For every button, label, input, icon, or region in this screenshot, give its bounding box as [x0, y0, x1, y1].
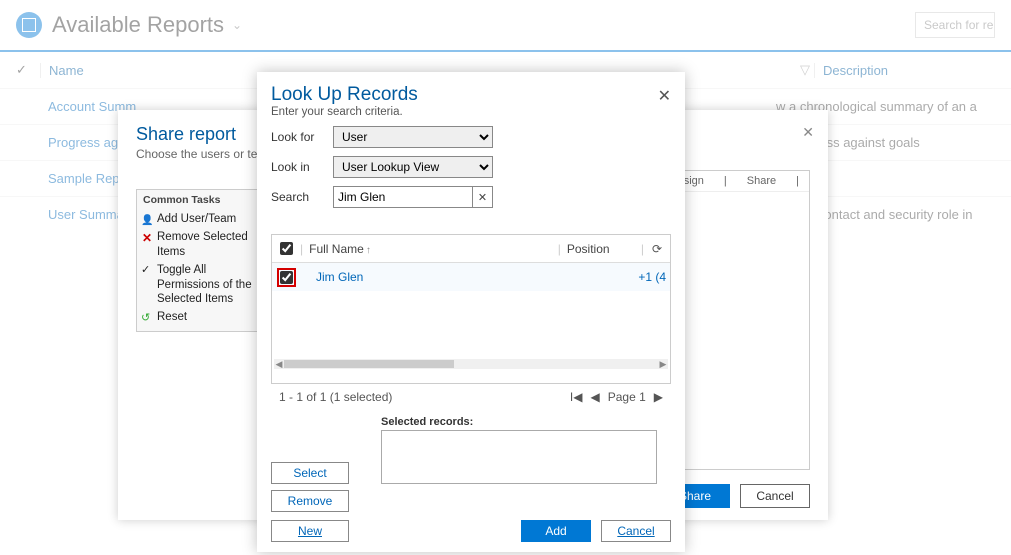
result-name[interactable]: Jim Glen: [300, 270, 638, 284]
look-in-select[interactable]: User Lookup View: [333, 156, 493, 178]
col-share: Share: [747, 175, 776, 187]
sort-asc-icon: ↑: [366, 245, 371, 256]
lookup-subtitle: Enter your search criteria.: [271, 106, 671, 118]
cancel-button[interactable]: Cancel: [601, 520, 671, 542]
horizontal-scrollbar[interactable]: ◀▶: [274, 359, 668, 369]
col-full-name[interactable]: Full Name: [309, 242, 364, 256]
add-button[interactable]: Add: [521, 520, 591, 542]
x-icon: ✕: [141, 231, 153, 243]
user-icon: [141, 213, 153, 225]
look-for-select[interactable]: User: [333, 126, 493, 148]
page-label: Page 1: [608, 390, 646, 404]
next-page-icon[interactable]: ▶: [654, 390, 663, 404]
select-all-checkbox[interactable]: [272, 242, 300, 255]
results-grid: | Full Name↑ | Position | ⟳ Jim Glen +1 …: [271, 234, 671, 384]
prev-page-icon[interactable]: ◀: [590, 390, 599, 404]
reset-icon: [141, 311, 153, 323]
search-label: Search: [271, 190, 333, 204]
pager-info: 1 - 1 of 1 (1 selected): [279, 390, 570, 404]
result-row[interactable]: Jim Glen +1 (4: [272, 263, 670, 291]
close-icon[interactable]: ✕: [658, 86, 671, 106]
look-for-label: Look for: [271, 130, 333, 144]
lookup-title: Look Up Records: [271, 84, 671, 106]
refresh-icon[interactable]: ⟳: [644, 242, 670, 256]
col-position[interactable]: Position: [561, 242, 641, 256]
task-reset[interactable]: Reset: [141, 310, 261, 324]
row-checkbox[interactable]: [277, 268, 296, 287]
select-button[interactable]: Select: [271, 462, 349, 484]
remove-button[interactable]: Remove: [271, 490, 349, 512]
selected-records-box[interactable]: [381, 430, 657, 484]
selected-records-label: Selected records:: [381, 416, 671, 428]
common-tasks-panel: Common Tasks Add User/Team ✕Remove Selec…: [136, 189, 266, 332]
tasks-heading: Common Tasks: [141, 192, 261, 208]
cancel-button[interactable]: Cancel: [740, 484, 810, 508]
close-icon[interactable]: ✕: [802, 124, 814, 141]
pager: 1 - 1 of 1 (1 selected) I◀ ◀ Page 1 ▶: [271, 384, 671, 410]
new-button[interactable]: New: [271, 520, 349, 542]
lookup-dialog: Look Up Records Enter your search criter…: [257, 72, 685, 552]
task-add-user[interactable]: Add User/Team: [141, 212, 261, 226]
look-in-label: Look in: [271, 160, 333, 174]
task-toggle[interactable]: ✓Toggle All Permissions of the Selected …: [141, 263, 261, 306]
result-extra: +1 (4: [638, 270, 670, 284]
clear-search-icon[interactable]: ✕: [473, 186, 493, 208]
check-icon: ✓: [141, 264, 153, 276]
search-input[interactable]: [333, 186, 473, 208]
task-remove[interactable]: ✕Remove Selected Items: [141, 230, 261, 259]
first-page-icon[interactable]: I◀: [570, 390, 583, 404]
